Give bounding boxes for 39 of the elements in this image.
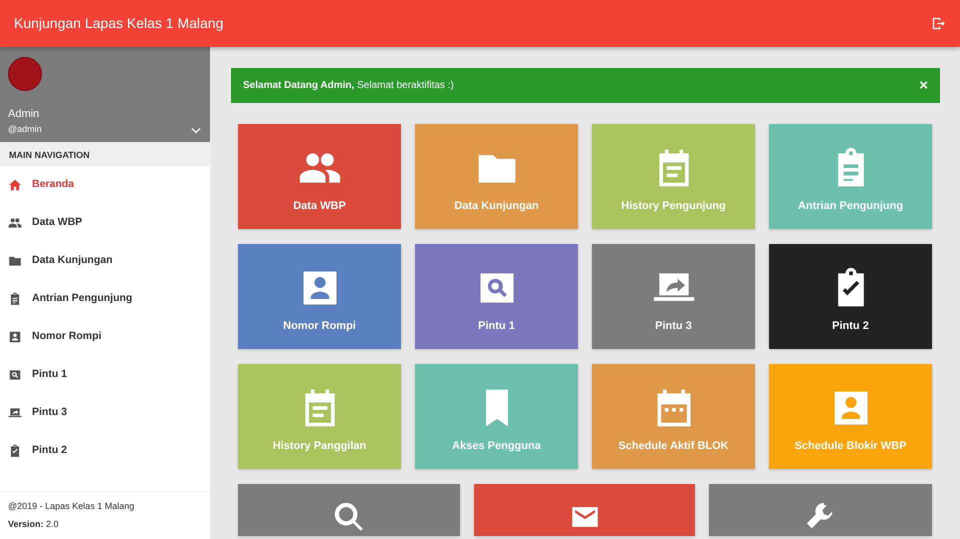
- nav-item[interactable]: Data WBP: [0, 204, 210, 242]
- alert-message: Selamat Datang Admin, Selamat beraktifitas :): [243, 79, 454, 93]
- home-icon: [8, 178, 22, 192]
- nav-item[interactable]: Nomor Rompi: [0, 318, 210, 356]
- logout-icon[interactable]: [931, 16, 946, 31]
- menu-tile[interactable]: [238, 484, 460, 536]
- menu-tile[interactable]: Nomor Rompi: [238, 244, 401, 349]
- menu-tile[interactable]: Pintu 2: [769, 244, 932, 349]
- nav-item[interactable]: Antrian Pengunjung: [0, 280, 210, 318]
- menu-tile[interactable]: Pintu 1: [415, 244, 578, 349]
- folder-icon: [8, 254, 22, 268]
- nav-item[interactable]: Pintu 3: [0, 394, 210, 432]
- logo: [8, 57, 42, 91]
- menu-tile[interactable]: Akses Pengguna: [415, 364, 578, 469]
- menu-tile[interactable]: Antrian Pengunjung: [769, 124, 932, 229]
- people-icon: [8, 216, 22, 230]
- clipboard-list-icon: [8, 292, 22, 306]
- nav-item[interactable]: Pintu 1: [0, 356, 210, 394]
- nav-header: MAIN NAVIGATION: [0, 142, 210, 166]
- account-box-icon: [8, 330, 22, 344]
- copyright-text: @2019 - Lapas Kelas 1 Malang: [8, 500, 136, 513]
- menu-tile[interactable]: [709, 484, 932, 536]
- menu-tile[interactable]: [474, 484, 695, 536]
- version-text: 2.0: [46, 518, 59, 528]
- nav-item[interactable]: Data Kunjungan: [0, 242, 210, 280]
- app-title: Kunjungan Lapas Kelas 1 Malang: [14, 15, 224, 32]
- menu-tile[interactable]: Data WBP: [238, 124, 401, 229]
- nav-item[interactable]: Beranda: [0, 166, 210, 204]
- close-button[interactable]: ×: [919, 78, 928, 93]
- nav-item[interactable]: Pintu 2: [0, 432, 210, 470]
- menu-tile[interactable]: Data Kunjungan: [415, 124, 578, 229]
- clipboard-check-icon: [8, 444, 22, 458]
- laptop-share-icon: [8, 406, 22, 420]
- menu-tile[interactable]: Schedule Aktif BLOK: [592, 364, 755, 469]
- version-label: Version:: [8, 518, 44, 528]
- user-name: Admin: [8, 107, 40, 122]
- menu-tile[interactable]: Pintu 3: [592, 244, 755, 349]
- search-box-icon: [8, 368, 22, 382]
- user-handle: @admin: [8, 122, 42, 136]
